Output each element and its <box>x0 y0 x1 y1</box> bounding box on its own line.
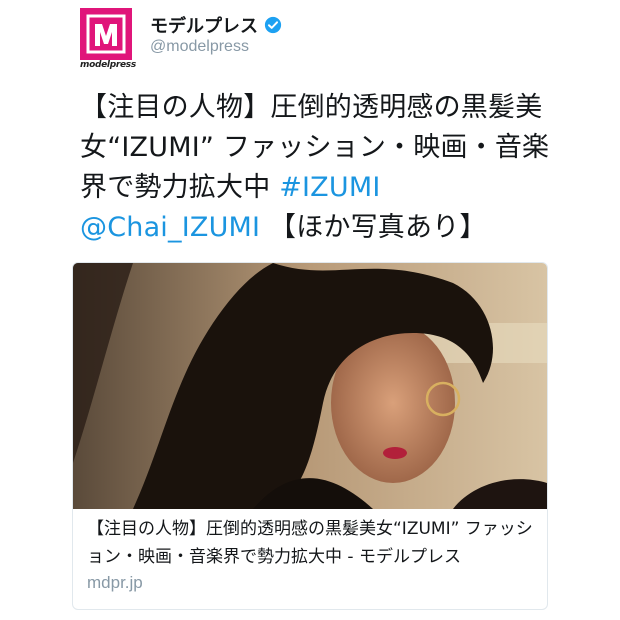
logo-wordmark: modelpress <box>80 60 136 70</box>
tweet-text: 【注目の人物】圧倒的透明感の黒髪美女“IZUMI” ファッション・映画・音楽界で… <box>80 88 560 248</box>
hashtag-link[interactable]: #IZUMI <box>279 172 380 203</box>
account-display-name[interactable]: モデルプレス <box>150 12 282 38</box>
account-handle[interactable]: @modelpress <box>150 38 249 56</box>
link-preview-card[interactable]: 【注目の人物】圧倒的透明感の黒髪美女“IZUMI” ファッション・映画・音楽界で… <box>72 262 548 610</box>
logo-mark <box>80 8 132 60</box>
card-title[interactable]: 【注目の人物】圧倒的透明感の黒髪美女“IZUMI” ファッション・映画・音楽界で… <box>87 515 537 571</box>
portrait-photo[interactable] <box>73 263 547 509</box>
card-domain[interactable]: mdpr.jp <box>87 573 143 593</box>
tweet-tail: 【ほか写真あり】 <box>269 212 487 243</box>
verified-badge-icon <box>264 16 282 34</box>
display-name-text: モデルプレス <box>150 16 258 37</box>
mention-link[interactable]: @Chai_IZUMI <box>80 212 260 243</box>
modelpress-logo[interactable]: modelpress <box>80 8 136 70</box>
m-letter-icon <box>86 14 126 54</box>
